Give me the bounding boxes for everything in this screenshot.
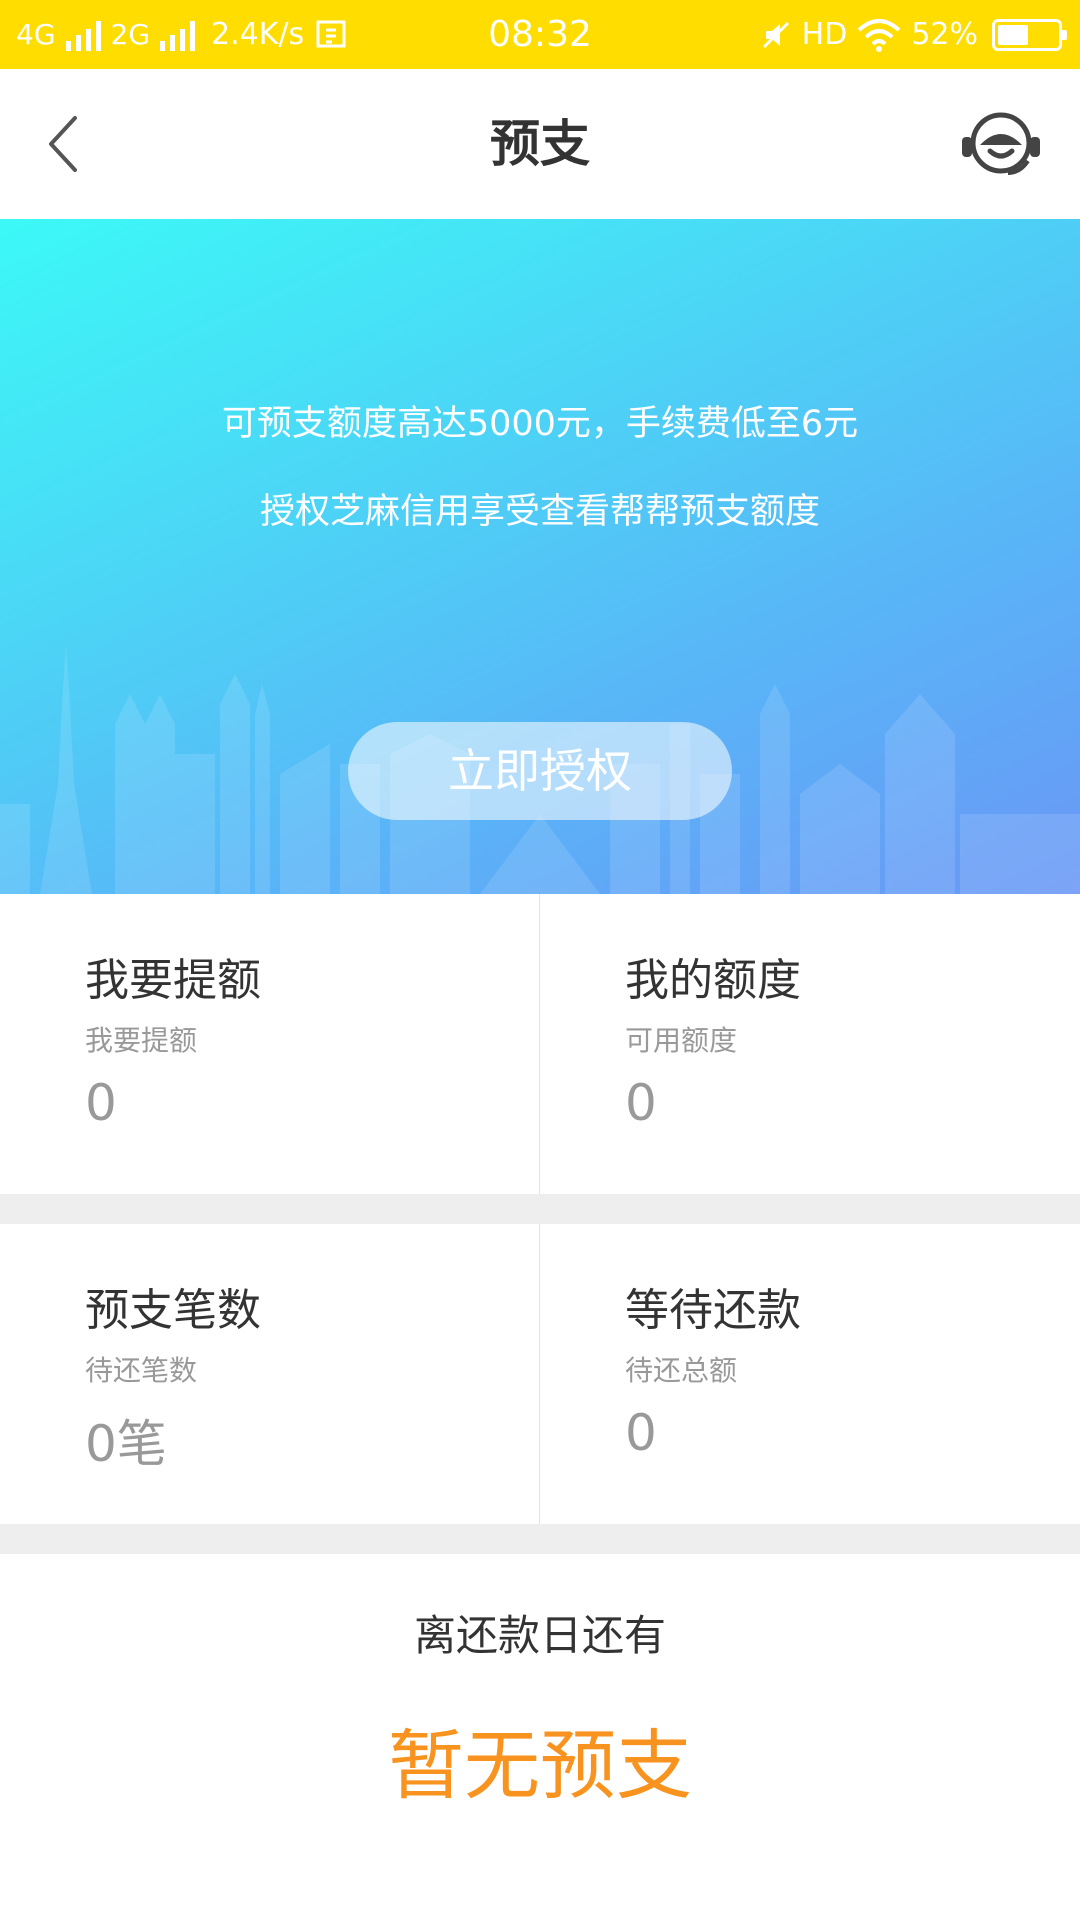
- network-speed: 2.4K/s: [211, 17, 305, 52]
- network-2g-label: 2G: [110, 18, 151, 51]
- authorize-now-button[interactable]: 立即授权: [348, 722, 732, 820]
- card-title: 我要提额: [85, 955, 261, 1006]
- status-bar: 4G 2G 2.4K/s 08:32 HD 52%: [0, 0, 1080, 69]
- card-title: 预支笔数: [85, 1285, 261, 1336]
- promo-banner: 可预支额度高达5000元，手续费低至6元 授权芝麻信用享受查看帮帮预支额度 立即…: [0, 219, 1080, 894]
- page-title: 预支: [490, 115, 590, 173]
- back-button[interactable]: [28, 109, 98, 179]
- stats-row-2: 预支笔数 待还笔数 0笔 等待还款 待还总额 0: [0, 1224, 1080, 1524]
- network-4g-label: 4G: [16, 18, 56, 51]
- customer-service-icon: [962, 112, 1040, 175]
- chevron-left-icon: [49, 116, 77, 172]
- card-subtitle: 待还笔数: [85, 1354, 198, 1387]
- card-value: 0笔: [85, 1415, 167, 1473]
- hd-label: HD: [801, 17, 848, 52]
- section-divider: [0, 1524, 1080, 1554]
- status-right: HD 52%: [760, 0, 1067, 69]
- signal-icon: [160, 19, 196, 51]
- pending-repayment-card[interactable]: 等待还款 待还总额 0: [540, 1224, 1080, 1524]
- advance-count-card[interactable]: 预支笔数 待还笔数 0笔: [0, 1224, 540, 1524]
- wifi-icon: [857, 18, 901, 52]
- battery-icon: [992, 18, 1067, 51]
- navigation-bar: 预支: [0, 69, 1080, 219]
- section-divider: [0, 1194, 1080, 1224]
- card-value: 0: [625, 1074, 657, 1132]
- raise-limit-card[interactable]: 我要提额 我要提额 0: [0, 894, 540, 1194]
- my-limit-card[interactable]: 我的额度 可用额度 0: [540, 894, 1080, 1194]
- banner-text-limit: 可预支额度高达5000元，手续费低至6元: [221, 404, 859, 444]
- card-subtitle: 我要提额: [85, 1024, 198, 1057]
- battery-fill: [998, 24, 1029, 45]
- screenshot-icon: [316, 20, 346, 47]
- card-subtitle: 待还总额: [625, 1354, 738, 1387]
- countdown-label: 离还款日还有: [413, 1611, 666, 1660]
- customer-service-button[interactable]: [958, 107, 1044, 183]
- signal-icon: [65, 19, 101, 51]
- status-left: 4G 2G 2.4K/s: [16, 0, 350, 69]
- stats-row-1: 我要提额 我要提额 0 我的额度 可用额度 0: [0, 894, 1080, 1194]
- card-value: 0: [85, 1074, 117, 1132]
- repayment-countdown: 离还款日还有 暂无预支: [0, 1554, 1080, 1920]
- banner-text-authorize: 授权芝麻信用享受查看帮帮预支额度: [259, 492, 820, 532]
- card-title: 等待还款: [625, 1285, 801, 1336]
- battery-percent: 52%: [911, 17, 978, 52]
- countdown-value: 暂无预支: [388, 1721, 692, 1810]
- card-title: 我的额度: [625, 955, 801, 1006]
- card-value: 0: [625, 1404, 657, 1462]
- card-subtitle: 可用额度: [625, 1024, 738, 1057]
- mute-icon: [762, 21, 789, 48]
